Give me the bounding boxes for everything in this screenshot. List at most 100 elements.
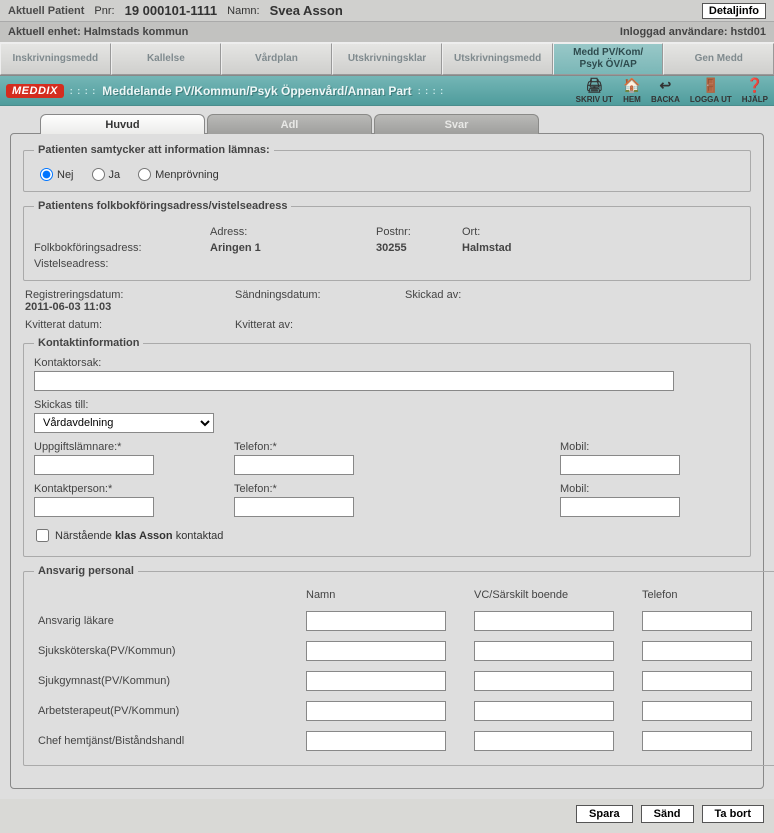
telefon2-input[interactable] bbox=[234, 497, 354, 517]
mobil1-input[interactable] bbox=[560, 455, 680, 475]
skickas-label: Skickas till: bbox=[34, 399, 740, 411]
tab-utskrivningsmedd[interactable]: Utskrivningsmedd bbox=[442, 43, 553, 75]
ansvarig-0-namn[interactable] bbox=[306, 611, 446, 631]
kontaktp-label: Kontaktperson:* bbox=[34, 483, 224, 495]
radio-nej-label[interactable]: Nej bbox=[40, 168, 74, 181]
kontakt-legend: Kontaktinformation bbox=[34, 337, 143, 349]
row-label-2: Sjukgymnast(PV/Kommun) bbox=[38, 675, 298, 687]
folk-label: Folkbokföringsadress: bbox=[34, 242, 204, 254]
aktuell-patient-label: Aktuell Patient bbox=[8, 5, 84, 17]
telefon1-input[interactable] bbox=[234, 455, 354, 475]
sub-tab-bar: Huvud Adl Svar bbox=[40, 114, 764, 134]
ansvarig-0-vc[interactable] bbox=[474, 611, 614, 631]
telefon2-label: Telefon:* bbox=[234, 483, 414, 495]
tab-inskrivningsmedd[interactable]: Inskrivningsmedd bbox=[0, 43, 111, 75]
home-button[interactable]: 🏠 HEM bbox=[623, 78, 641, 104]
adress-header: Adress: bbox=[210, 226, 370, 238]
ansvarig-hdr-namn: Namn bbox=[306, 589, 466, 601]
sub-tab-svar[interactable]: Svar bbox=[374, 114, 539, 134]
ansvarig-3-vc[interactable] bbox=[474, 701, 614, 721]
title-bar: MEDDIX : : : : Meddelande PV/Kommun/Psyk… bbox=[0, 76, 774, 106]
unit-label: Aktuell enhet: Halmstads kommun bbox=[8, 26, 188, 38]
mobil2-input[interactable] bbox=[560, 497, 680, 517]
tab-medd-pv-kom[interactable]: Medd PV/Kom/ Psyk ÖV/AP bbox=[553, 43, 664, 75]
save-button[interactable]: Spara bbox=[576, 805, 633, 823]
name-value: Svea Asson bbox=[270, 3, 343, 18]
kontaktorsak-label: Kontaktorsak: bbox=[34, 357, 740, 369]
ansvarig-3-namn[interactable] bbox=[306, 701, 446, 721]
narstaende-pre: Närstående bbox=[55, 530, 112, 542]
dots-right: : : : : bbox=[418, 86, 445, 96]
mobil2-label: Mobil: bbox=[560, 483, 740, 495]
ansvarig-hdr-vc: VC/Särskilt boende bbox=[474, 589, 634, 601]
telefon1-label: Telefon:* bbox=[234, 441, 414, 453]
home-icon: 🏠 bbox=[623, 78, 641, 94]
dates-section: Registreringsdatum: 2011-06-03 11:03 Sän… bbox=[23, 289, 751, 337]
tab-utskrivningsklar[interactable]: Utskrivningsklar bbox=[332, 43, 443, 75]
sub-tab-adl[interactable]: Adl bbox=[207, 114, 372, 134]
unit-header: Aktuell enhet: Halmstads kommun Inloggad… bbox=[0, 22, 774, 42]
skickas-select[interactable]: Vårdavdelning bbox=[34, 413, 214, 433]
ansvarig-4-tel[interactable] bbox=[642, 731, 752, 751]
radio-nej[interactable] bbox=[40, 168, 53, 181]
radio-menprovning-label[interactable]: Menprövning bbox=[138, 168, 219, 181]
radio-menprovning[interactable] bbox=[138, 168, 151, 181]
ansvarig-1-namn[interactable] bbox=[306, 641, 446, 661]
radio-ja[interactable] bbox=[92, 168, 105, 181]
consent-legend: Patienten samtycker att information lämn… bbox=[34, 144, 274, 156]
ansvarig-hdr-tel: Telefon bbox=[642, 589, 772, 601]
send-date-label: Sändningsdatum: bbox=[235, 289, 405, 313]
detaljinfo-button[interactable]: Detaljinfo bbox=[702, 3, 766, 19]
uppgift-label: Uppgiftslämnare:* bbox=[34, 441, 224, 453]
footer-button-bar: Spara Sänd Ta bort bbox=[0, 799, 774, 833]
kontaktorsak-input[interactable] bbox=[34, 371, 674, 391]
narstaende-checkbox[interactable] bbox=[36, 529, 49, 542]
ansvarig-4-namn[interactable] bbox=[306, 731, 446, 751]
send-button[interactable]: Sänd bbox=[641, 805, 694, 823]
delete-button[interactable]: Ta bort bbox=[702, 805, 764, 823]
folk-ort: Halmstad bbox=[462, 242, 740, 254]
main-tab-bar: Inskrivningsmedd Kallelse Vårdplan Utskr… bbox=[0, 42, 774, 76]
ansvarig-2-namn[interactable] bbox=[306, 671, 446, 691]
tab-vardplan[interactable]: Vårdplan bbox=[221, 43, 332, 75]
name-label: Namn: bbox=[227, 5, 259, 17]
consent-fieldset: Patienten samtycker att information lämn… bbox=[23, 144, 751, 192]
address-legend: Patientens folkbokföringsadress/vistelse… bbox=[34, 200, 291, 212]
sent-by-label: Skickad av: bbox=[405, 289, 749, 313]
ort-header: Ort: bbox=[462, 226, 740, 238]
kontaktp-input[interactable] bbox=[34, 497, 154, 517]
tab-gen-medd[interactable]: Gen Medd bbox=[663, 43, 774, 75]
ansvarig-2-vc[interactable] bbox=[474, 671, 614, 691]
help-button[interactable]: ❓ HJÄLP bbox=[742, 78, 768, 104]
reg-date-value: 2011-06-03 11:03 bbox=[25, 301, 235, 313]
tab-kallelse[interactable]: Kallelse bbox=[111, 43, 222, 75]
ansvarig-fieldset: Ansvarig personal Namn VC/Särskilt boend… bbox=[23, 565, 774, 766]
ansvarig-legend: Ansvarig personal bbox=[34, 565, 138, 577]
print-button[interactable]: 🖨 SKRIV UT bbox=[576, 78, 613, 104]
row-label-4: Chef hemtjänst/Biståndshandl bbox=[38, 735, 298, 747]
mobil1-label: Mobil: bbox=[560, 441, 740, 453]
ansvarig-4-vc[interactable] bbox=[474, 731, 614, 751]
logout-button[interactable]: 🚪 LOGGA UT bbox=[690, 78, 732, 104]
radio-ja-label[interactable]: Ja bbox=[92, 168, 121, 181]
back-button[interactable]: ↩ BACKA bbox=[651, 78, 680, 104]
app-logo: MEDDIX bbox=[6, 84, 64, 98]
address-fieldset: Patientens folkbokföringsadress/vistelse… bbox=[23, 200, 751, 281]
ansvarig-1-tel[interactable] bbox=[642, 641, 752, 661]
user-label: Inloggad användare: hstd01 bbox=[620, 26, 766, 38]
ansvarig-0-tel[interactable] bbox=[642, 611, 752, 631]
folk-adress: Aringen 1 bbox=[210, 242, 370, 254]
row-label-1: Sjuksköterska(PV/Kommun) bbox=[38, 645, 298, 657]
kvitt-date-label: Kvitterat datum: bbox=[25, 319, 235, 331]
uppgift-input[interactable] bbox=[34, 455, 154, 475]
ansvarig-1-vc[interactable] bbox=[474, 641, 614, 661]
ansvarig-2-tel[interactable] bbox=[642, 671, 752, 691]
narstaende-name: klas Asson bbox=[115, 530, 173, 542]
ansvarig-3-tel[interactable] bbox=[642, 701, 752, 721]
vist-label: Vistelseadress: bbox=[34, 258, 204, 270]
sub-tab-huvud[interactable]: Huvud bbox=[40, 114, 205, 134]
door-icon: 🚪 bbox=[702, 78, 720, 94]
postnr-header: Postnr: bbox=[376, 226, 456, 238]
page-title: Meddelande PV/Kommun/Psyk Öppenvård/Anna… bbox=[102, 84, 411, 98]
folk-postnr: 30255 bbox=[376, 242, 456, 254]
